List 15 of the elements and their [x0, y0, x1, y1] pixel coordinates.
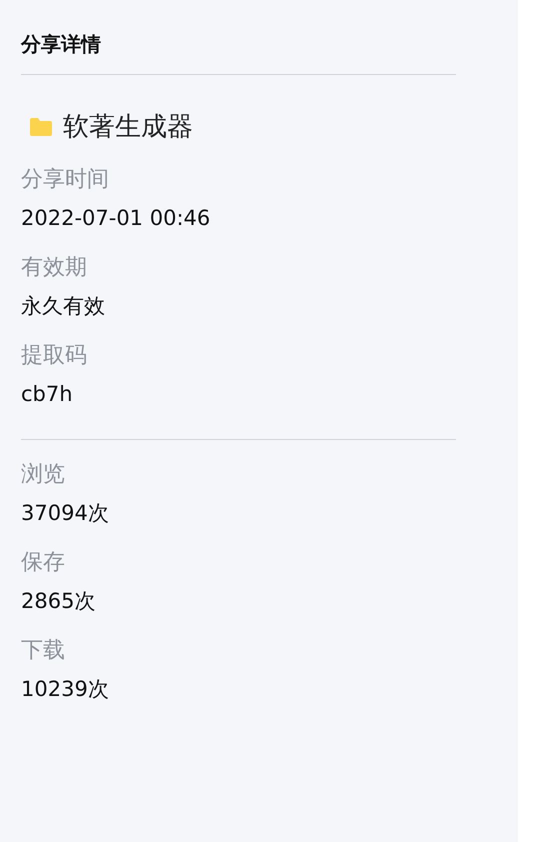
field-label: 提取码	[21, 342, 88, 370]
stat-value: 37094次	[21, 500, 110, 527]
field-value: cb7h	[21, 381, 74, 408]
stat-value: 10239次	[21, 676, 110, 703]
stat-label: 浏览	[21, 461, 66, 489]
field-value: 2022-07-01 00:46	[21, 205, 212, 232]
field-value: 永久有效	[21, 293, 106, 320]
file-name: 软著生成器	[63, 111, 193, 144]
panel-title: 分享详情	[21, 31, 102, 58]
folder-icon	[29, 117, 53, 137]
stat-value: 2865次	[21, 588, 96, 615]
field-label: 分享时间	[21, 166, 110, 194]
stat-label: 保存	[21, 549, 66, 577]
stat-label: 下载	[21, 637, 66, 665]
field-label: 有效期	[21, 254, 88, 282]
